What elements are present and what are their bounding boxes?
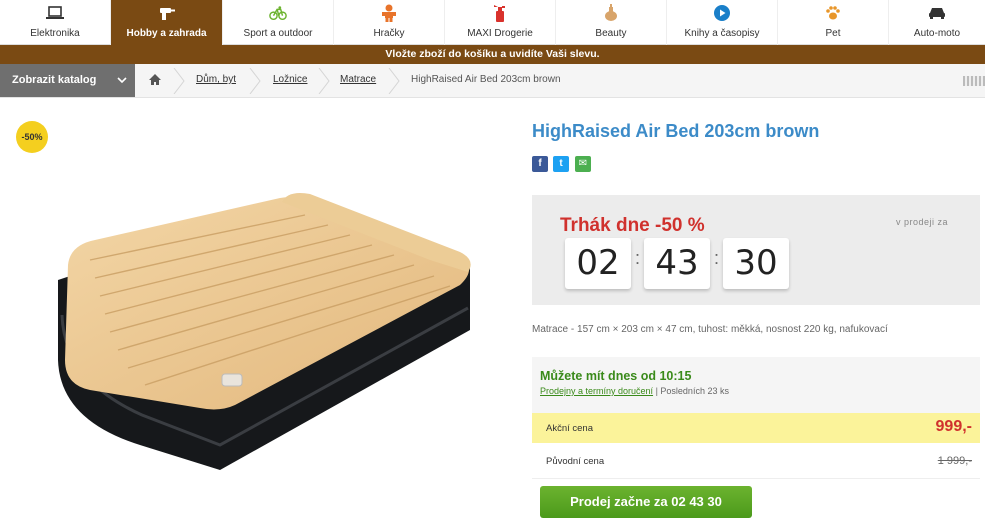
deal-title: Trhák dne -50 % [560, 215, 705, 236]
breadcrumb-separator-icon [249, 68, 261, 94]
countdown-minutes: 43 [644, 238, 710, 289]
original-price-label: Původní cena [546, 456, 605, 467]
category-knihy-casopisy[interactable]: Knihy a časopisy [667, 0, 778, 45]
category-label: MAXI Drogerie [467, 28, 533, 39]
product-image[interactable] [50, 190, 480, 480]
category-sport-outdoor[interactable]: Sport a outdoor [223, 0, 334, 45]
category-label: Elektronika [30, 28, 80, 39]
stores-delivery-link[interactable]: Prodejny a termíny doručení [540, 386, 653, 396]
breadcrumb-current: HighRaised Air Bed 203cm brown [411, 74, 561, 85]
category-auto-moto[interactable]: Auto-moto [889, 0, 985, 45]
show-catalog-button[interactable]: Zobrazit katalog [0, 64, 135, 97]
category-label: Sport a outdoor [243, 28, 313, 39]
category-elektronika[interactable]: Elektronika [0, 0, 111, 45]
category-maxi-drogerie[interactable]: MAXI Drogerie [445, 0, 556, 45]
original-price-value: 1 999,- [937, 455, 972, 467]
sale-price-row: Akční cena 999,- [532, 413, 980, 443]
twitter-share-icon[interactable]: t [553, 156, 569, 172]
category-beauty[interactable]: Beauty [556, 0, 667, 45]
category-label: Beauty [595, 28, 627, 39]
category-hracky[interactable]: Hračky [334, 0, 445, 45]
breadcrumb-matrace[interactable]: Matrace [340, 74, 376, 85]
category-label: Hobby a zahrada [126, 28, 207, 39]
car-icon [928, 4, 946, 22]
chevron-down-icon [117, 64, 127, 111]
countdown-seconds: 30 [723, 238, 789, 289]
sale-starts-button[interactable]: Prodej začne za 02 43 30 [540, 486, 752, 518]
category-label: Auto-moto [913, 28, 961, 39]
facebook-share-icon[interactable]: f [532, 156, 548, 172]
availability-title: Můžete mít dnes od 10:15 [540, 369, 692, 383]
show-catalog-label: Zobrazit katalog [12, 74, 97, 86]
discount-badge: -50% [16, 121, 48, 153]
breadcrumb-separator-icon [318, 68, 330, 94]
deal-side-text: v prodeji za [895, 217, 948, 227]
original-price-row: Původní cena 1 999,- [532, 443, 980, 479]
toy-figure-icon [380, 4, 398, 22]
bicycle-icon [269, 4, 287, 22]
product-description: Matrace - 157 cm × 203 cm × 47 cm, tuhos… [532, 324, 888, 335]
category-label: Hračky [373, 28, 405, 39]
category-nav: Elektronika Hobby a zahrada Sport a outd… [0, 0, 985, 45]
breadcrumb-separator-icon [388, 68, 400, 94]
drill-icon [158, 4, 176, 22]
product-title: HighRaised Air Bed 203cm brown [532, 121, 820, 141]
category-pet[interactable]: Pet [778, 0, 889, 45]
breadcrumb-dum-byt[interactable]: Dům, byt [196, 74, 236, 85]
paw-icon [824, 4, 842, 22]
countdown-colon: : [635, 248, 641, 268]
spray-bottle-icon [491, 4, 509, 22]
promo-banner: Vložte zboží do košíku a uvidíte Vaši sl… [0, 45, 985, 64]
sale-price-value: 999,- [935, 418, 972, 435]
laptop-icon [46, 4, 64, 22]
countdown-hours: 02 [565, 238, 631, 289]
play-circle-icon [713, 4, 731, 22]
countdown-colon: : [714, 248, 720, 268]
home-icon[interactable] [148, 73, 162, 87]
category-label: Knihy a časopisy [684, 28, 760, 39]
sale-price-label: Akční cena [546, 423, 593, 434]
cosmetics-icon [602, 4, 620, 22]
breadcrumb-separator-icon [173, 68, 185, 94]
category-hobby-zahrada[interactable]: Hobby a zahrada [111, 0, 223, 45]
availability-box: Můžete mít dnes od 10:15 Prodejny a term… [532, 357, 980, 413]
availability-line: Prodejny a termíny doručení | Posledních… [540, 386, 729, 396]
email-share-icon[interactable]: ✉ [575, 156, 591, 172]
scroll-grip[interactable] [963, 76, 985, 86]
breadcrumb-loznice[interactable]: Ložnice [273, 74, 307, 85]
category-label: Pet [825, 28, 841, 39]
stock-text: | Posledních 23 ks [655, 386, 729, 396]
breadcrumb: Zobrazit katalog Dům, byt Ložnice Matrac… [0, 64, 985, 98]
deal-of-day-box: Trhák dne -50 % v prodeji za 02 : 43 : 3… [532, 195, 980, 305]
